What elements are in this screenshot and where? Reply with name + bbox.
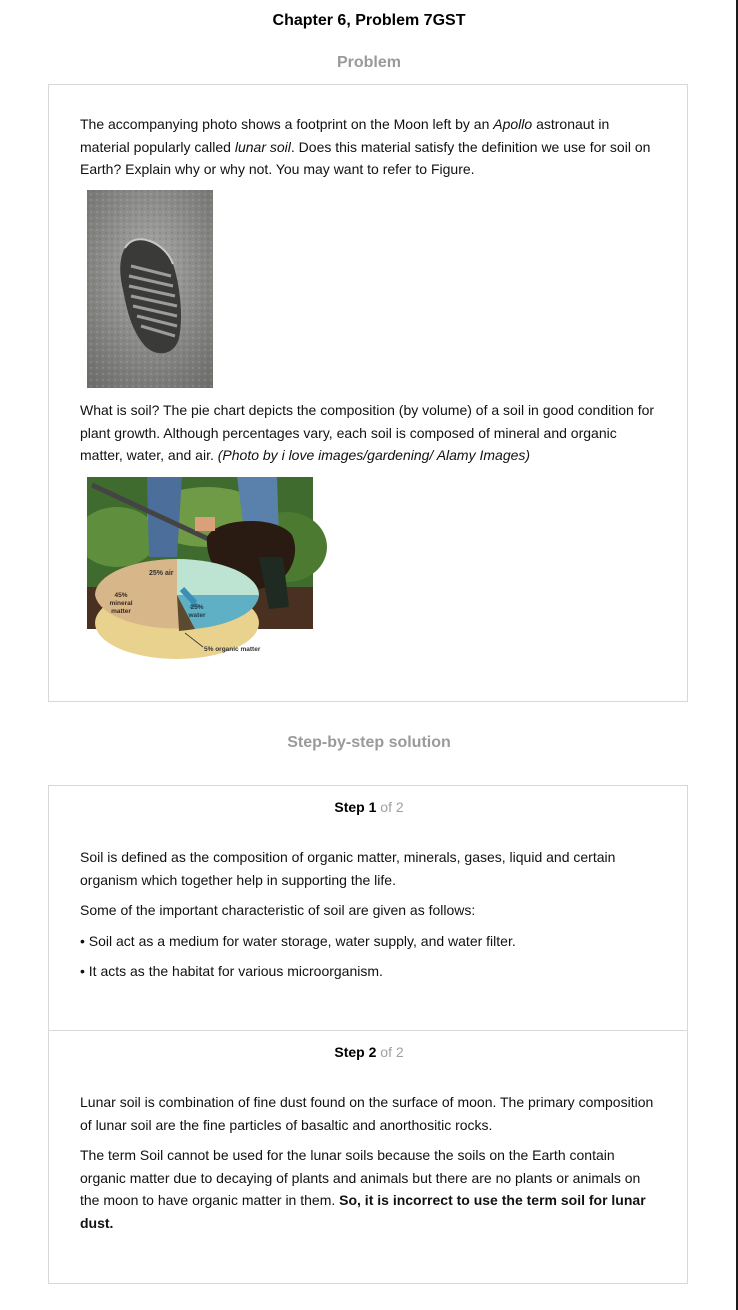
problem-text-2: What is soil? The pie chart depicts the … [80,402,655,463]
step-divider [49,1030,687,1031]
step-1-bullet: • Soil act as a medium for water storage… [80,932,516,949]
step-1-paragraph: Soil is defined as the composition of or… [80,849,616,888]
soil-composition-figure: 25% air 45% mineral matter 25% water 5% … [87,477,327,659]
problem-text-1: The accompanying photo shows a footprint… [80,116,651,177]
pie-label-air: 25% air [149,570,174,577]
page-title: Chapter 6, Problem 7GST [272,12,466,29]
step-1-paragraph: Some of the important characteristic of … [80,902,476,918]
step-2-content: Lunar soil is combination of fine dust f… [80,1091,660,1242]
pie-label-mineral-3: matter [111,608,131,615]
pie-label-mineral-1: 45% [114,592,127,599]
step-1-content: Soil is defined as the composition of or… [80,846,660,991]
pie-label-water-2: water [188,612,206,619]
pie-label-mineral-2: mineral [109,600,132,607]
step-2-conclusion: The term Soil cannot be used for the lun… [80,1147,646,1231]
pie-label-organic: 5% organic matter [204,646,261,653]
solution-box: Step 1 of 2 Soil is defined as the compo… [48,785,688,1284]
problem-box: The accompanying photo shows a footprint… [48,84,688,702]
problem-heading: Problem [336,54,401,71]
pie-label-water-1: 25% [190,604,203,611]
step-2-header: Step 2 of 2 [334,1044,404,1060]
moon-footprint-photo [87,190,213,388]
step-1-header: Step 1 of 2 [334,799,404,815]
solution-heading: Step-by-step solution [287,734,451,751]
step-1-bullet: • It acts as the habitat for various mic… [80,963,383,979]
step-2-paragraph: Lunar soil is combination of fine dust f… [80,1094,654,1133]
